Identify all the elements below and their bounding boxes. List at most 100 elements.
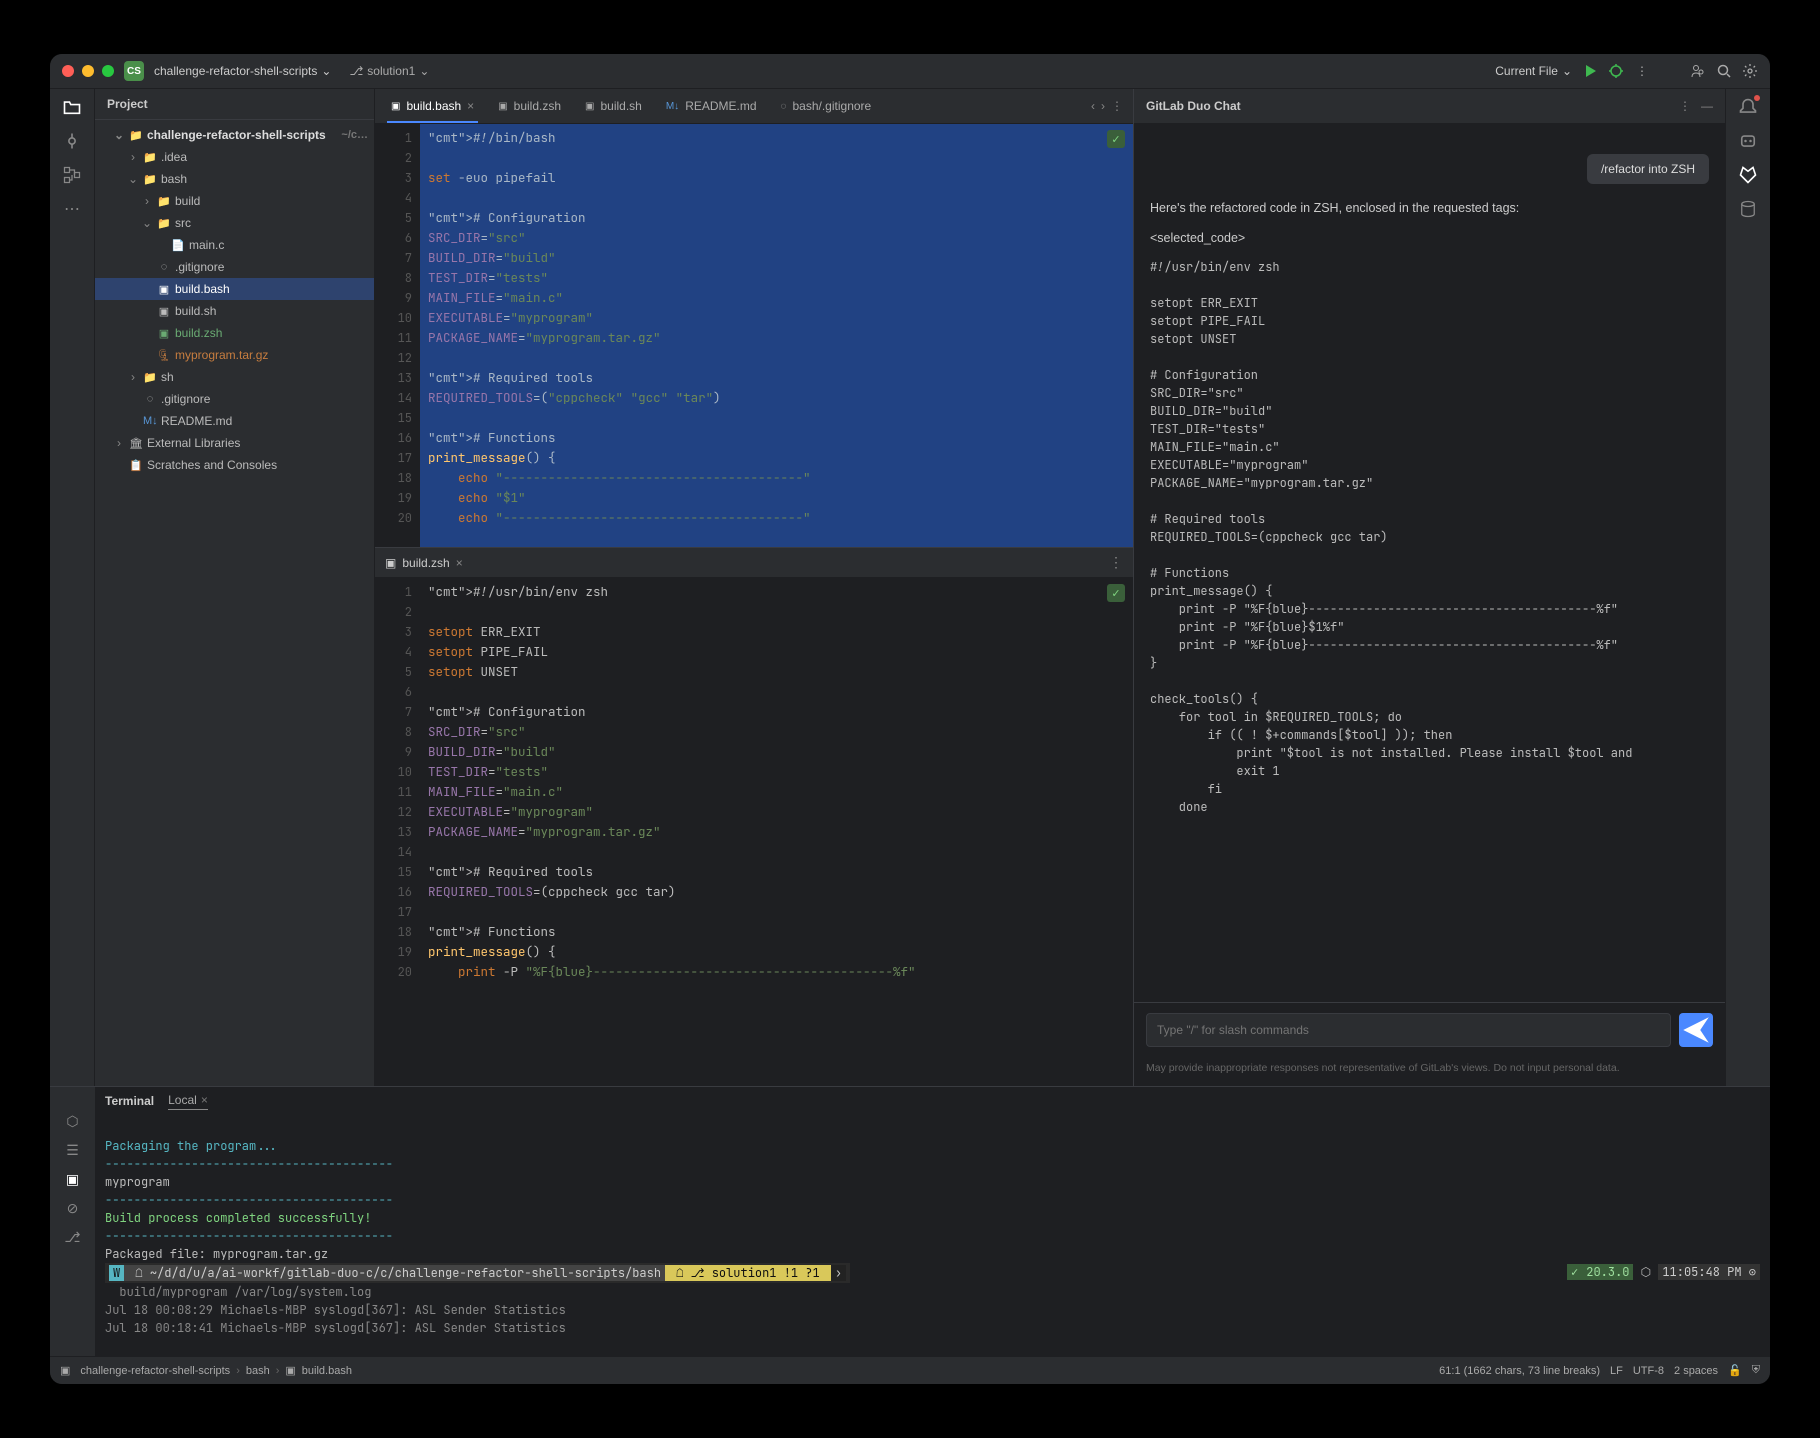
tree-file-root-gitignore[interactable]: ◌ .gitignore — [95, 388, 374, 410]
database-icon[interactable] — [1738, 199, 1758, 219]
terminal-local-tab[interactable]: Local× — [168, 1093, 208, 1110]
tab-build-zsh[interactable]: ▣ build.zsh — [486, 89, 573, 123]
code-with-me-icon[interactable] — [1690, 63, 1706, 79]
prev-tab-icon[interactable]: ‹ — [1091, 99, 1095, 113]
tab-build-sh[interactable]: ▣ build.sh — [573, 89, 654, 123]
statusbar-icon[interactable]: ▣ — [60, 1364, 70, 1377]
tree-file-main-c[interactable]: 📄 main.c — [95, 234, 374, 256]
project-panel-header: Project — [95, 89, 374, 120]
editor-code-top[interactable]: "cmt">#!/bin/bash set -euo pipefail "cmt… — [420, 124, 1133, 547]
chat-minimize-icon[interactable]: — — [1701, 99, 1713, 113]
tree-folder-bash[interactable]: ⌄📁 bash — [95, 168, 374, 190]
branch-selector[interactable]: ⎇ solution1 ⌄ — [349, 64, 429, 78]
shell-file-icon: ▣ — [498, 101, 507, 112]
run-config-selector[interactable]: Current File ⌄ — [1495, 64, 1572, 78]
split-tabbar: ▣ build.zsh × ⋮ — [375, 548, 1133, 578]
terminal-output[interactable]: Packaging the program... ---------------… — [95, 1115, 1770, 1356]
file-encoding[interactable]: UTF-8 — [1633, 1365, 1664, 1377]
terminal-icon[interactable]: ▣ — [66, 1171, 79, 1188]
chat-send-button[interactable] — [1679, 1013, 1713, 1047]
tree-root[interactable]: ⌄📁 challenge-refactor-shell-scripts ~/c… — [95, 124, 374, 146]
project-panel: Project ⌄📁 challenge-refactor-shell-scri… — [95, 89, 375, 1086]
close-icon[interactable]: × — [456, 556, 463, 570]
tree-file-readme[interactable]: M↓ README.md — [95, 410, 374, 432]
crumb-folder[interactable]: bash — [246, 1365, 270, 1377]
git-icon[interactable]: ⎇ — [64, 1229, 80, 1246]
run-button[interactable] — [1582, 63, 1598, 79]
crumb-root[interactable]: challenge-refactor-shell-scripts — [80, 1365, 230, 1377]
tree-scratches[interactable]: 📋 Scratches and Consoles — [95, 454, 374, 476]
titlebar: CS challenge-refactor-shell-scripts ⌄ ⎇ … — [50, 54, 1770, 89]
problems-icon[interactable]: ⊘ — [67, 1200, 79, 1217]
next-tab-icon[interactable]: › — [1101, 99, 1105, 113]
tab-list-icon[interactable]: ⋮ — [1111, 99, 1123, 113]
tree-file-build-zsh[interactable]: ▣ build.zsh — [95, 322, 374, 344]
tree-file-build-sh[interactable]: ▣ build.sh — [95, 300, 374, 322]
tree-external-libraries[interactable]: ›🏛 External Libraries — [95, 432, 374, 454]
tree-folder-sh[interactable]: ›📁 sh — [95, 366, 374, 388]
project-tree: ⌄📁 challenge-refactor-shell-scripts ~/c…… — [95, 120, 374, 1086]
branch-icon: ⎇ — [349, 64, 363, 78]
inspection-ok-icon[interactable]: ✓ — [1107, 584, 1125, 602]
project-name: challenge-refactor-shell-scripts — [154, 64, 317, 78]
structure-tool-icon[interactable] — [62, 165, 82, 185]
tab-readme[interactable]: M↓ README.md — [654, 89, 769, 123]
project-tool-icon[interactable] — [62, 97, 82, 117]
commit-tool-icon[interactable] — [62, 131, 82, 151]
split-tab-build-zsh[interactable]: ▣ build.zsh × — [385, 556, 463, 570]
close-icon[interactable]: × — [201, 1093, 208, 1107]
tree-folder-src[interactable]: ⌄📁 src — [95, 212, 374, 234]
chevron-down-icon: ⌄ — [321, 64, 331, 78]
terminal-left-rail: ⬡ ☰ ▣ ⊘ ⎇ — [50, 1087, 95, 1356]
readonly-lock-icon[interactable]: 🔓 — [1728, 1364, 1742, 1377]
project-selector[interactable]: challenge-refactor-shell-scripts ⌄ — [154, 64, 331, 78]
more-tools-icon[interactable] — [62, 199, 82, 219]
tree-folder-build[interactable]: ›📁 build — [95, 190, 374, 212]
terminal-tab[interactable]: Terminal — [105, 1094, 154, 1108]
gutter-top: 1234567891011121314151617181920 — [375, 124, 420, 547]
line-separator[interactable]: LF — [1610, 1365, 1623, 1377]
chevron-down-icon: ⌄ — [1562, 64, 1572, 78]
debug-button[interactable] — [1608, 63, 1624, 79]
gutter-bottom: 1234567891011121314151617181920 — [375, 578, 420, 1086]
tab-gitignore[interactable]: ◌ bash/.gitignore — [769, 89, 884, 123]
crumb-file[interactable]: build.bash — [302, 1365, 352, 1377]
indent-setting[interactable]: 2 spaces — [1674, 1365, 1718, 1377]
chat-user-message: /refactor into ZSH — [1587, 154, 1709, 184]
gitlab-duo-icon[interactable] — [1738, 165, 1758, 185]
tree-folder-idea[interactable]: ›📁 .idea — [95, 146, 374, 168]
project-badge: CS — [124, 61, 144, 81]
window-controls — [62, 65, 114, 77]
minimize-window-button[interactable] — [82, 65, 94, 77]
layers-icon[interactable]: ☰ — [66, 1142, 79, 1159]
ai-assistant-icon[interactable] — [1738, 131, 1758, 151]
search-icon[interactable] — [1716, 63, 1732, 79]
services-icon[interactable]: ⬡ — [66, 1113, 78, 1130]
chat-menu-icon[interactable]: ⋮ — [1679, 99, 1691, 113]
left-tool-rail — [50, 89, 95, 1086]
close-icon[interactable]: × — [467, 99, 474, 113]
shield-icon[interactable]: ⛨ — [1752, 1364, 1760, 1377]
split-more-icon[interactable]: ⋮ — [1109, 554, 1123, 571]
notifications-icon[interactable] — [1738, 97, 1758, 117]
tree-file-build-bash[interactable]: ▣ build.bash — [95, 278, 374, 300]
close-window-button[interactable] — [62, 65, 74, 77]
fullscreen-window-button[interactable] — [102, 65, 114, 77]
shell-file-icon: ▣ — [391, 101, 400, 112]
chat-title: GitLab Duo Chat — [1146, 99, 1241, 113]
tab-build-bash[interactable]: ▣ build.bash × — [379, 89, 486, 123]
editor-code-bottom[interactable]: "cmt">#!/usr/bin/env zsh setopt ERR_EXIT… — [420, 578, 1133, 1086]
caret-position[interactable]: 61:1 (1662 chars, 73 line breaks) — [1439, 1365, 1600, 1377]
breadcrumb: challenge-refactor-shell-scripts › bash … — [80, 1364, 352, 1377]
inspection-ok-icon[interactable]: ✓ — [1107, 130, 1125, 148]
chat-input[interactable] — [1146, 1013, 1671, 1047]
ide-window: CS challenge-refactor-shell-scripts ⌄ ⎇ … — [50, 54, 1770, 1384]
tree-file-gitignore[interactable]: ◌ .gitignore — [95, 256, 374, 278]
statusbar: ▣ challenge-refactor-shell-scripts › bas… — [50, 1356, 1770, 1384]
tree-file-package[interactable]: 🗜 myprogram.tar.gz — [95, 344, 374, 366]
settings-icon[interactable] — [1742, 63, 1758, 79]
gitignore-file-icon: ◌ — [781, 101, 787, 112]
editor-tabs: ▣ build.bash × ▣ build.zsh ▣ build.sh M↓… — [375, 89, 1133, 124]
more-actions-button[interactable]: ⋮ — [1634, 63, 1650, 79]
tab-overflow: ‹ › ⋮ — [1081, 89, 1133, 123]
